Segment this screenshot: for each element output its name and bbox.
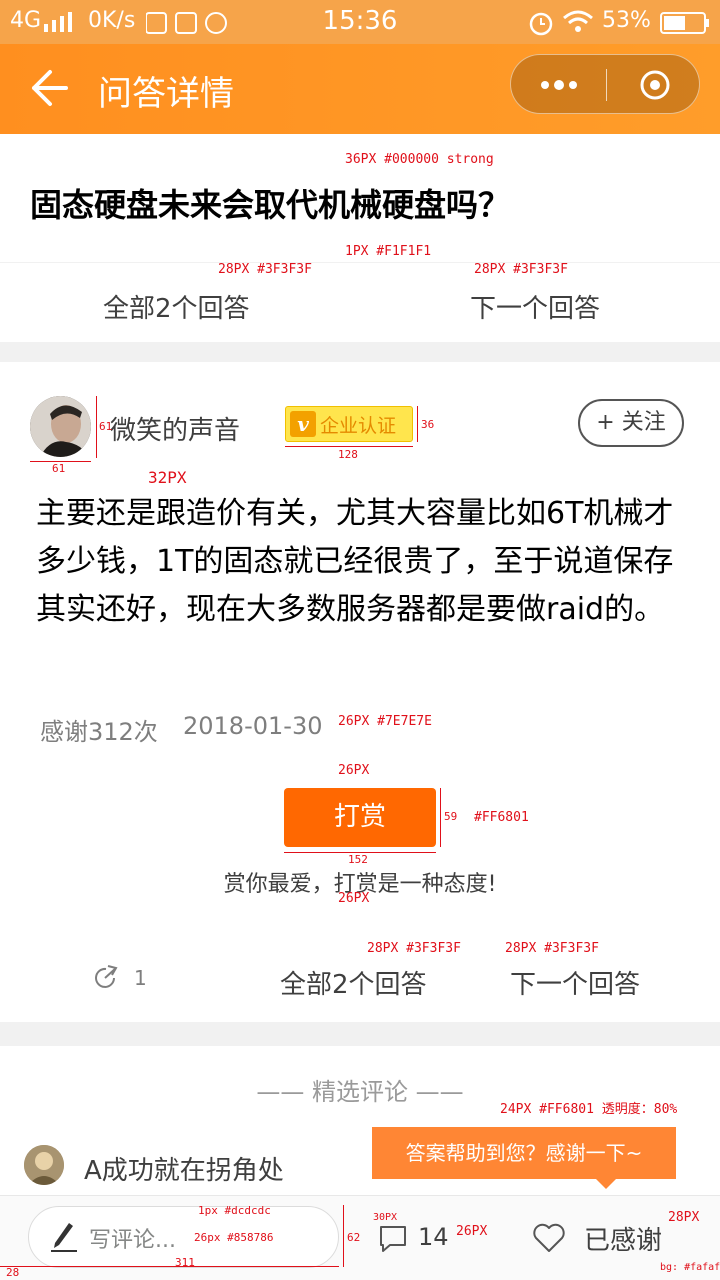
dimension-line xyxy=(343,1205,344,1267)
annotation-count-size: 26PX xyxy=(456,1224,488,1239)
battery-percent: 53% xyxy=(602,8,651,33)
annotation-tab-spec: 28PX #3F3F3F xyxy=(474,262,568,277)
annotation-spacing: 26PX xyxy=(338,763,370,778)
annotation-input-width: 311 xyxy=(175,1256,195,1269)
comment-avatar[interactable] xyxy=(24,1145,64,1185)
toast-tail xyxy=(596,1179,616,1189)
answer-date: 2018-01-30 xyxy=(183,712,323,740)
annotation-divider-spec: 1PX #F1F1F1 xyxy=(345,244,432,259)
thanked-label[interactable]: 已感谢 xyxy=(584,1220,662,1257)
all-answers-link-bottom[interactable]: 全部2个回答 xyxy=(280,964,427,1001)
close-miniapp-icon[interactable] xyxy=(639,69,671,101)
comment-icon[interactable] xyxy=(378,1224,408,1254)
answer-content: 主要还是跟造价有关，尤其大容量比如6T机械才多少钱，1T的固态就已经很贵了，至于… xyxy=(36,496,674,627)
dimension-line xyxy=(440,788,441,847)
annotation-badge-width: 128 xyxy=(338,448,358,461)
more-icon[interactable] xyxy=(539,75,579,95)
share-icon[interactable] xyxy=(92,964,120,992)
all-answers-link[interactable]: 全部2个回答 xyxy=(103,288,250,325)
annotation-tab-spec: 28PX #3F3F3F xyxy=(505,941,599,956)
annotation-input-height: 62 xyxy=(347,1231,361,1244)
dimension-line xyxy=(417,406,418,442)
comment-text: A成功就在拐角处 xyxy=(84,1156,284,1186)
annotation-bg-color: bg: #fafafa xyxy=(660,1262,720,1273)
thanks-toast[interactable]: 答案帮助到您？感谢一下~ xyxy=(372,1127,676,1179)
avatar[interactable] xyxy=(30,396,91,457)
annotation-left-margin: 28 xyxy=(6,1266,20,1279)
badge-label: 企业认证 xyxy=(320,415,397,437)
reward-button[interactable]: 打赏 xyxy=(284,788,436,847)
annotation-btn-height: 59 xyxy=(444,810,458,823)
annotation-btn-color: #FF6801 xyxy=(474,810,529,825)
annotation-toast-spec: 24PX #FF6801 透明度：80% xyxy=(500,1102,678,1117)
status-bar: 4G 0K/s 15:36 53% xyxy=(0,0,720,44)
battery-icon xyxy=(660,12,709,34)
username[interactable]: 微笑的声音 xyxy=(110,410,240,447)
capsule-divider xyxy=(606,69,607,101)
page-title: 问答详情 xyxy=(98,74,234,114)
annotation-icon-size: 30PX xyxy=(373,1212,398,1223)
verified-v-icon: v xyxy=(290,411,316,437)
comment-placeholder: 写评论... xyxy=(89,1228,176,1253)
commenter-photo xyxy=(24,1145,64,1185)
pen-icon xyxy=(51,1223,77,1252)
user-photo xyxy=(30,396,91,457)
annotation-input-border: 1px #dcdcdc xyxy=(198,1204,271,1217)
annotation-avatar-width: 61 xyxy=(52,462,66,475)
answer-card xyxy=(0,362,720,1022)
next-answer-link[interactable]: 下一个回答 xyxy=(470,288,600,325)
annotation-avatar-height: 61 xyxy=(99,420,113,433)
enterprise-verified-badge: v 企业认证 xyxy=(285,406,413,442)
alarm-icon xyxy=(529,12,553,36)
annotation-thanked-size: 28PX xyxy=(668,1210,700,1225)
follow-button[interactable]: + 关注 xyxy=(578,399,684,447)
divider xyxy=(0,262,720,263)
share-count: 1 xyxy=(134,966,147,990)
annotation-title-spec: 36PX #000000 strong xyxy=(345,152,494,167)
wifi-icon xyxy=(563,10,593,32)
annotation-content-size: 32PX xyxy=(148,468,187,487)
miniapp-capsule xyxy=(510,54,700,114)
annotation-placeholder-spec: 26px #858786 xyxy=(194,1231,274,1244)
back-arrow-icon[interactable] xyxy=(30,66,70,110)
annotation-tab-spec: 28PX #3F3F3F xyxy=(367,941,461,956)
dimension-line xyxy=(285,446,413,447)
nav-bar: 问答详情 xyxy=(0,44,720,134)
question-title: 固态硬盘未来会取代机械硬盘吗？ xyxy=(30,186,511,224)
heart-icon[interactable] xyxy=(532,1222,566,1254)
dimension-line xyxy=(96,396,97,458)
annotation-meta-spec: 26PX #7E7E7E xyxy=(338,714,432,729)
annotation-note-size: 26PX xyxy=(338,891,370,906)
annotation-btn-width: 152 xyxy=(348,853,368,866)
next-answer-link-bottom[interactable]: 下一个回答 xyxy=(510,964,640,1001)
thanks-count: 感谢312次 xyxy=(40,718,158,746)
annotation-badge-height: 36 xyxy=(421,418,435,431)
annotation-tab-spec: 28PX #3F3F3F xyxy=(218,262,312,277)
comment-count: 14 xyxy=(418,1223,449,1251)
